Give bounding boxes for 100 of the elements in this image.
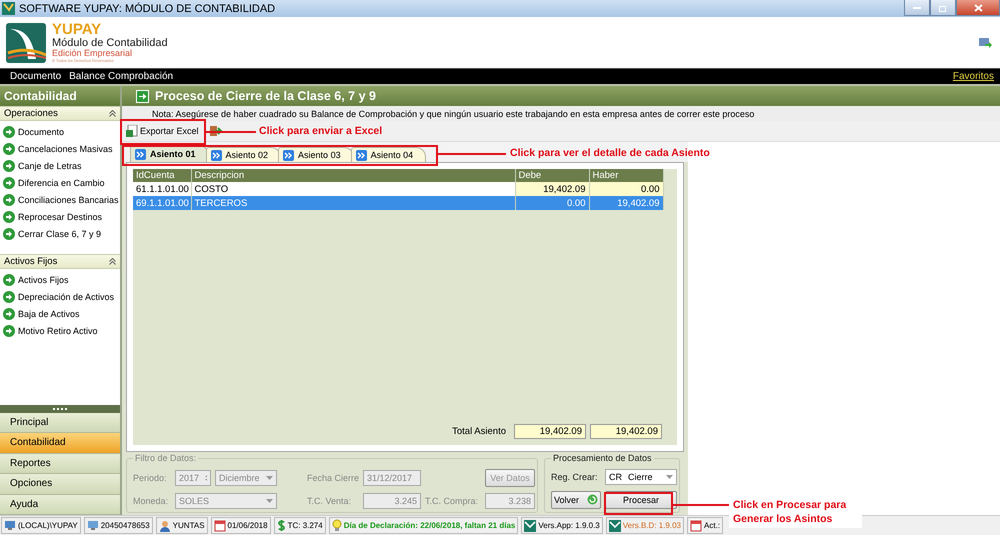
- sidebar-item[interactable]: Conciliaciones Bancarias: [18, 195, 119, 205]
- table-cell: 0.00: [589, 182, 663, 196]
- back-button[interactable]: Volver: [551, 490, 601, 508]
- restore-button[interactable]: [930, 0, 956, 16]
- column-header[interactable]: Haber: [589, 169, 663, 182]
- export-excel-button[interactable]: Exportar Excel: [124, 122, 201, 140]
- edition-label: Edición Empresarial: [52, 49, 134, 59]
- field-label: T.C. Compra:: [425, 496, 480, 506]
- sidebar-item[interactable]: Cancelaciones Masivas: [18, 144, 113, 154]
- sidebar-item[interactable]: Diferencia en Cambio: [18, 178, 105, 188]
- sidebar-item[interactable]: Activos Fijos: [18, 275, 69, 285]
- double-chevron-icon: [135, 148, 146, 160]
- group-header[interactable]: Operaciones: [0, 106, 120, 121]
- status-text: TC: 3.274: [288, 521, 323, 530]
- group-header[interactable]: Activos Fijos: [0, 254, 120, 269]
- arrow-circle-icon: [3, 160, 15, 172]
- sidebar-item[interactable]: Canje de Letras: [18, 161, 82, 171]
- field-label: Periodo:: [133, 472, 168, 482]
- status-text: 01/06/2018: [228, 521, 268, 530]
- close-button[interactable]: [956, 0, 1000, 16]
- arrow-icon: [136, 90, 149, 102]
- leader-line: [206, 131, 256, 133]
- annotation-label: Click para enviar a Excel: [259, 124, 382, 138]
- arrow-circle-icon: [3, 177, 15, 189]
- close-icon: [974, 4, 982, 12]
- dollar-icon: [276, 519, 286, 532]
- sidebar-item[interactable]: Cerrar Clase 6, 7 y 9: [18, 229, 102, 239]
- logo-icon: [524, 520, 536, 532]
- group-title: Filtro de Datos:: [133, 453, 198, 463]
- leader-line: [673, 504, 729, 506]
- column-header[interactable]: IdCuenta: [133, 169, 191, 182]
- table-row[interactable]: 61.1.1.01.00 COSTO 19,402.09 0.00: [133, 182, 663, 196]
- tab[interactable]: Asiento 04: [350, 147, 426, 162]
- sidebar-item[interactable]: Documento: [18, 127, 64, 137]
- highlight-frame: [604, 492, 673, 515]
- calendar-icon: [214, 520, 226, 532]
- refresh-icon: [587, 494, 598, 505]
- arrow-circle-icon: [3, 143, 15, 155]
- total-label: Total Asiento: [452, 426, 506, 437]
- nav-button[interactable]: Contabilidad: [0, 433, 120, 454]
- total-debit: 19,402.09: [514, 424, 586, 439]
- spinner-arrows-icon: [205, 472, 207, 482]
- page-title: Proceso de Cierre de la Clase 6, 7 y 9: [155, 89, 376, 103]
- monitor-icon: [4, 520, 16, 531]
- table-cell: 61.1.1.01.00: [133, 182, 191, 196]
- column-header[interactable]: Descripcion: [191, 169, 515, 182]
- field-label: Fecha Cierre: [307, 472, 359, 482]
- sidebar-item[interactable]: Reprocesar Destinos: [18, 212, 102, 222]
- restore-icon: [938, 4, 948, 12]
- status-text: YUNTAS: [172, 521, 205, 530]
- field-label: Moneda:: [133, 496, 170, 506]
- nav-button[interactable]: Reportes: [0, 454, 120, 474]
- tab[interactable]: Asiento 03: [278, 147, 354, 162]
- nav-button[interactable]: Ayuda: [0, 494, 120, 515]
- sidebar-item[interactable]: Motivo Retiro Activo: [18, 326, 98, 336]
- note-text: Nota: Asegúrese de haber cuadrado su Balance de Comprobación y que ningún usuario este trabajando en esta empresa antes de correr este proceso: [152, 108, 754, 118]
- nav-button[interactable]: Principal: [0, 412, 120, 433]
- field-label: Reg. Crear:: [551, 472, 599, 482]
- splitter-handle[interactable]: [53, 408, 67, 410]
- sidebar-title: Contabilidad: [0, 86, 120, 106]
- table-cell: TERCEROS: [191, 196, 515, 210]
- total-credit: 19,402.09: [590, 424, 662, 439]
- user-icon: [158, 520, 171, 532]
- sidebar-item[interactable]: Baja de Activos: [18, 309, 80, 319]
- table-cell: COSTO: [191, 182, 515, 196]
- window-title: SOFTWARE YUPAY: MÓDULO DE CONTABILIDAD: [19, 2, 276, 14]
- monitor-icon: [86, 520, 99, 531]
- brand-logo: [6, 22, 46, 62]
- leader-line: [438, 153, 506, 155]
- logo-icon: [608, 520, 621, 532]
- status-text: Vers.App: 1.9.0.3: [538, 521, 600, 530]
- connection-icon[interactable]: [979, 36, 992, 48]
- arrow-circle-icon: [3, 228, 15, 240]
- excel-icon: [126, 125, 138, 137]
- nav-button[interactable]: Opciones: [0, 474, 120, 494]
- app-logo-icon: [2, 2, 15, 15]
- register-dropdown[interactable]: CR Cierre: [605, 468, 677, 484]
- dropdown-caret-icon: [266, 476, 273, 480]
- status-text: Vers.B.D: 1.9.03: [622, 521, 682, 530]
- status-text: Act.:: [704, 521, 720, 530]
- sidebar-item[interactable]: Depreciación de Activos: [18, 292, 114, 302]
- status-text: 20450478653: [100, 521, 150, 530]
- arrow-circle-icon: [3, 211, 15, 223]
- lightbulb-icon: [332, 519, 342, 532]
- table-cell: 19,402.09: [515, 182, 589, 196]
- arrow-circle-icon: [3, 291, 15, 303]
- column-header[interactable]: Debe: [515, 169, 589, 182]
- dropdown-caret-icon: [266, 498, 273, 502]
- field-label: T.C. Venta:: [307, 496, 352, 506]
- status-text: (LOCAL)\YUPAY: [18, 521, 78, 530]
- status-text: Día de Declaración: 22/06/2018, faltan 21 días: [344, 521, 516, 530]
- menu-item[interactable]: Balance Comprobación: [69, 71, 174, 82]
- favorites-link[interactable]: Favoritos: [952, 71, 994, 82]
- menu-item[interactable]: Documento: [10, 71, 62, 82]
- collapse-icon: [109, 258, 116, 265]
- module-name: Módulo de Contabilidad: [52, 38, 168, 49]
- arrow-circle-icon: [3, 194, 15, 206]
- arrow-circle-icon: [3, 308, 15, 320]
- table-cell: 0.00: [515, 196, 589, 210]
- minimize-button[interactable]: [904, 0, 930, 16]
